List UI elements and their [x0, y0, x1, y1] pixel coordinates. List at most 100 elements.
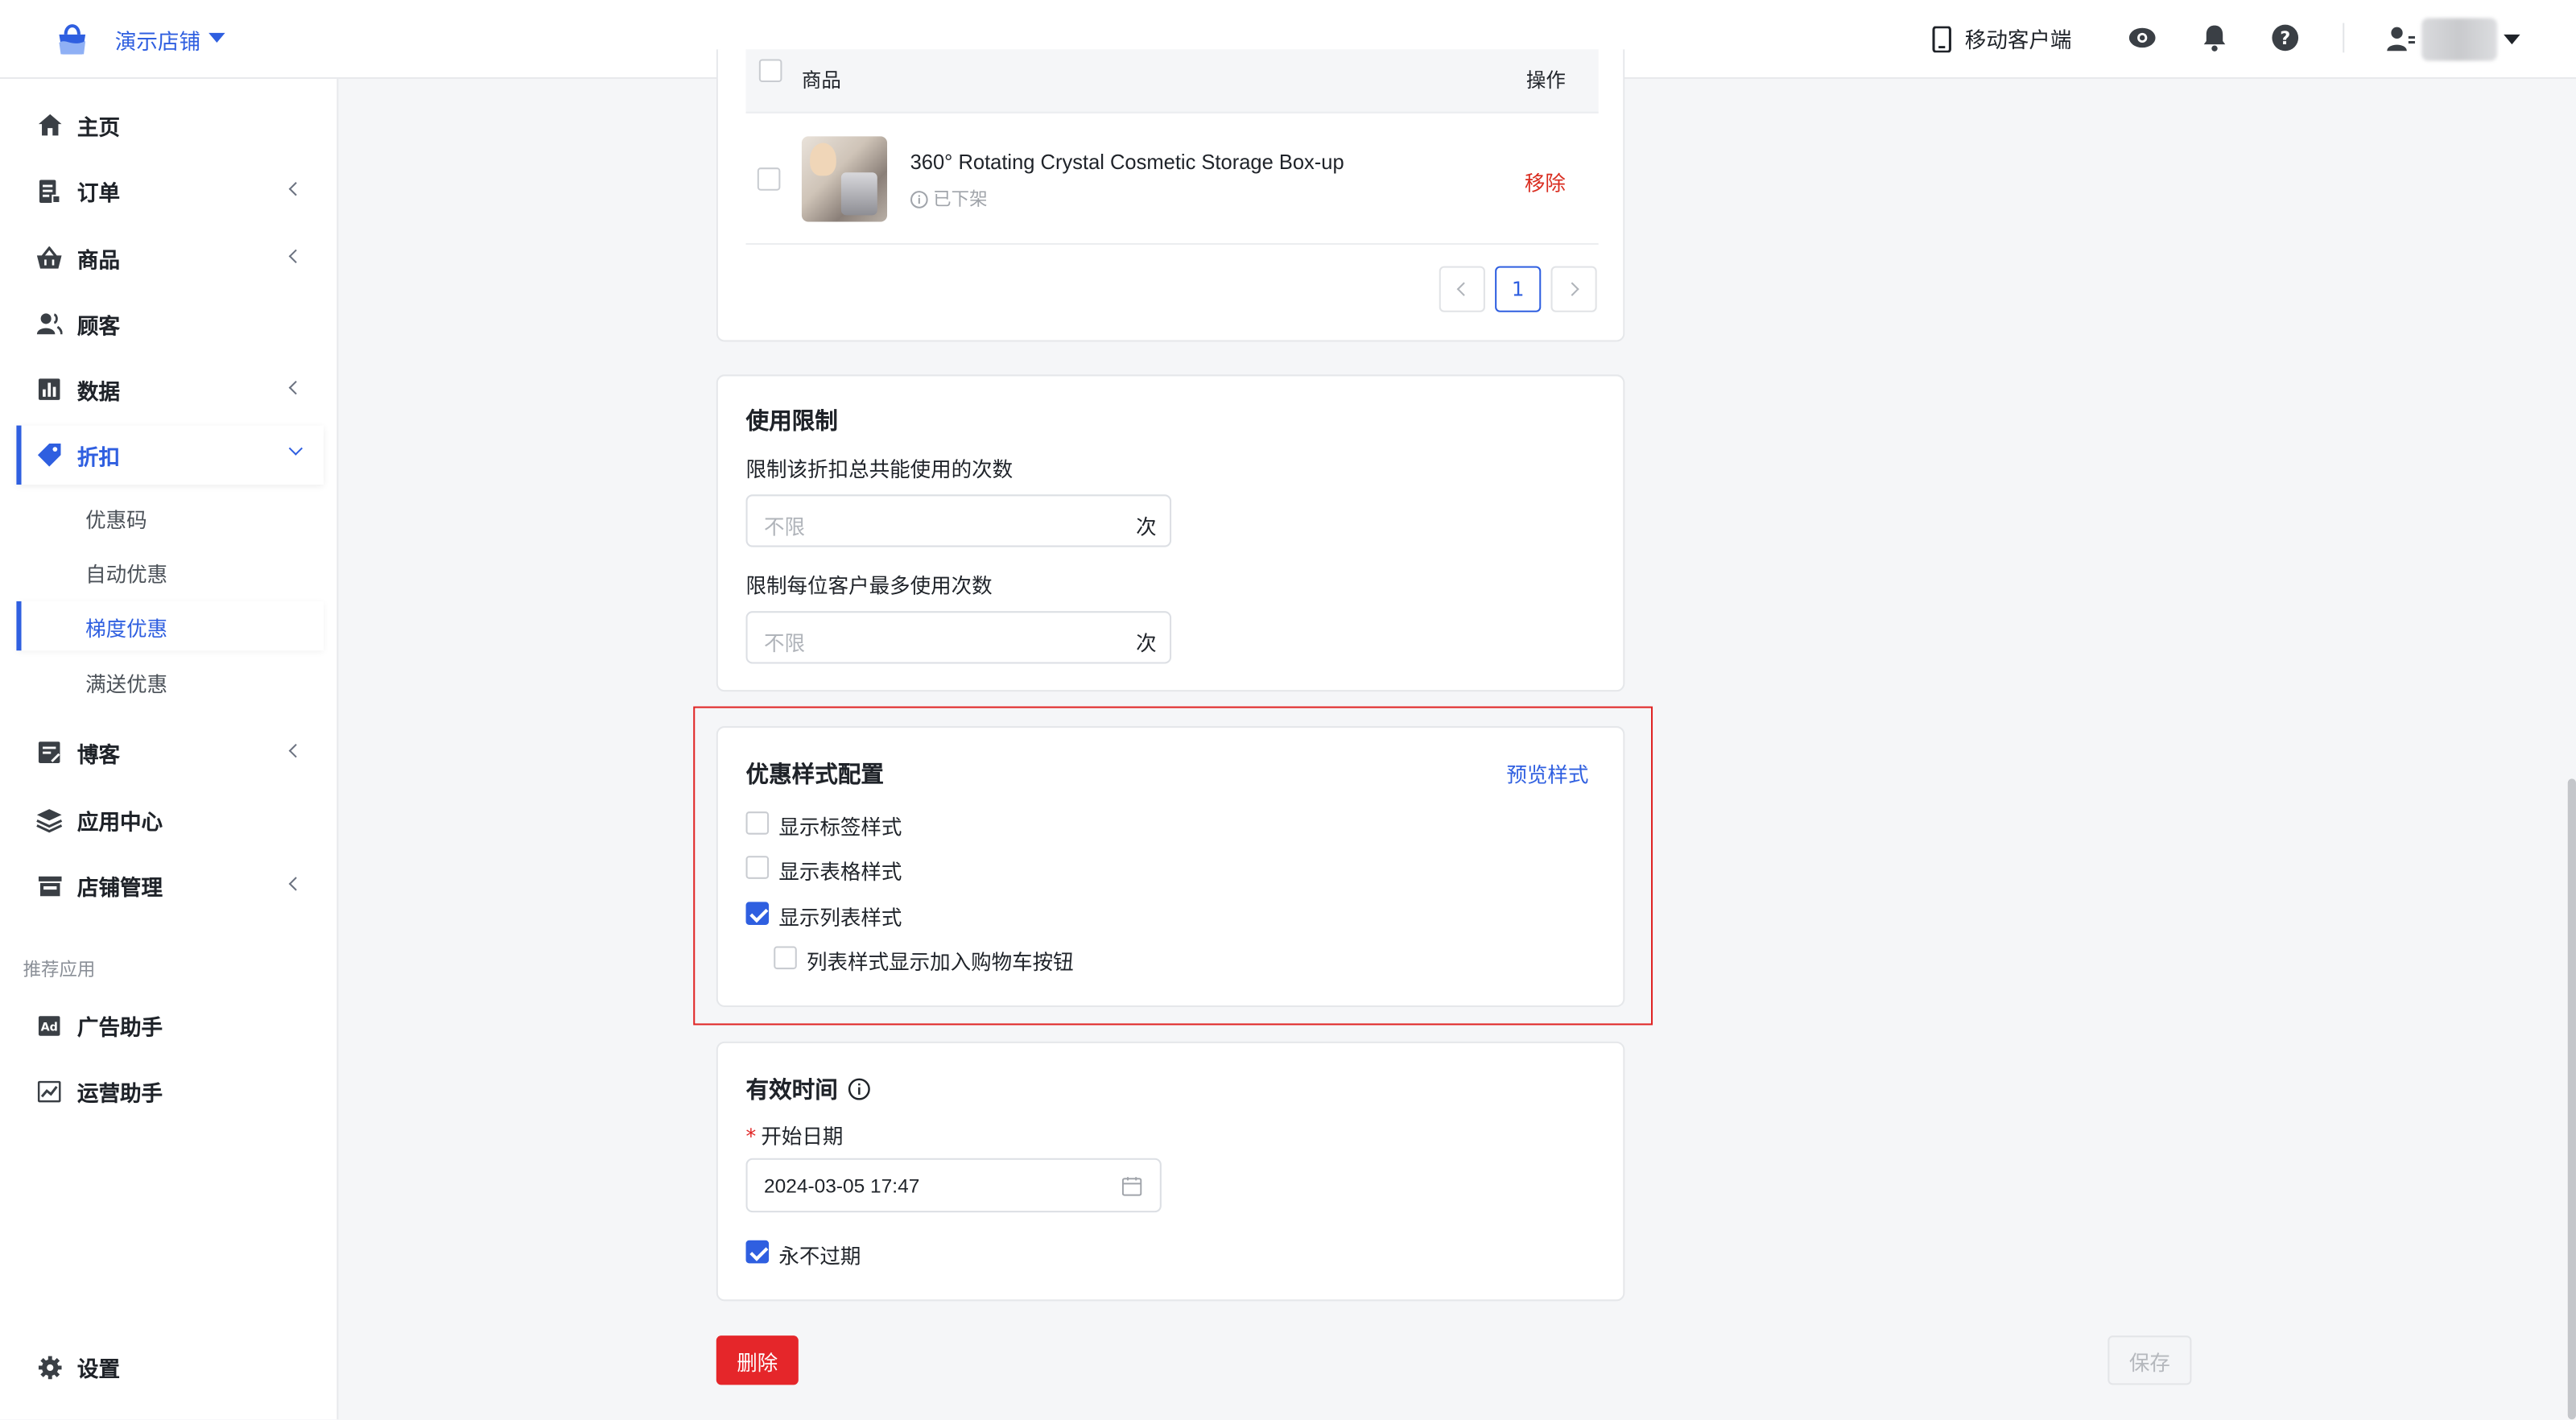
sidebar-item-discount[interactable]: 折扣: [16, 425, 324, 485]
chevron-left-icon: [288, 249, 303, 264]
sidebar-subitem-gift-discount[interactable]: 满送优惠: [16, 657, 324, 706]
store-logo-icon[interactable]: [51, 16, 93, 59]
sidebar-item-ad-assistant[interactable]: Ad 广告助手: [16, 996, 324, 1055]
sidebar: 主页 订单 商品 顾客 数据 折扣 优惠码 自动优惠 梯度优惠 满送优惠 博客 …: [0, 78, 339, 1420]
order-icon: [36, 177, 63, 204]
product-thumbnail: [801, 136, 888, 222]
prev-page-button[interactable]: [1439, 266, 1485, 312]
sidebar-item-label: 广告助手: [76, 1016, 163, 1041]
never-expire-checkbox[interactable]: [745, 1240, 770, 1264]
row-checkbox[interactable]: [757, 167, 781, 191]
product-status: 已下架: [910, 186, 988, 213]
total-usage-input[interactable]: 不限 次: [745, 494, 1172, 547]
select-all-checkbox[interactable]: [758, 59, 782, 83]
chevron-left-icon: [1456, 282, 1472, 296]
trend-icon: [36, 1078, 63, 1104]
valid-time-title: 有效时间: [745, 1077, 838, 1104]
chevron-left-icon: [288, 182, 303, 196]
start-date-input[interactable]: 2024-03-05 17:47: [745, 1158, 1162, 1213]
sidebar-item-label: 运营助手: [76, 1081, 163, 1107]
per-customer-input[interactable]: 不限 次: [745, 611, 1172, 664]
chevron-down-icon: [288, 441, 303, 456]
home-icon: [36, 112, 63, 138]
sidebar-item-label: 博客: [76, 743, 121, 769]
svg-text:?: ?: [2280, 28, 2290, 49]
help-icon[interactable]: ?: [2270, 23, 2300, 53]
mobile-client-link[interactable]: 移动客户端: [1932, 23, 2072, 55]
highlight-frame: [693, 706, 1653, 1026]
sidebar-item-products[interactable]: 商品: [16, 229, 324, 287]
sidebar-item-label: 主页: [76, 115, 121, 141]
blog-icon: [36, 739, 63, 766]
user-caret-icon: [2504, 34, 2520, 45]
chart-icon: [36, 376, 63, 402]
delete-button[interactable]: 删除: [716, 1335, 799, 1385]
required-mark: *: [745, 1123, 757, 1149]
total-usage-placeholder: 不限: [763, 514, 806, 539]
sidebar-item-blog[interactable]: 博客: [16, 723, 324, 782]
usage-limit-card: 使用限制 限制该折扣总共能使用的次数 不限 次 限制每位客户最多使用次数 不限 …: [716, 374, 1625, 692]
sidebar-item-label: 应用中心: [76, 811, 163, 836]
recommended-apps-label: 推荐应用: [23, 959, 96, 981]
users-icon: [36, 311, 63, 337]
sidebar-item-label: 店铺管理: [76, 876, 163, 902]
topbar-divider: [2343, 23, 2345, 53]
phone-icon: [1932, 25, 1951, 52]
product-name[interactable]: 360° Rotating Crystal Cosmetic Storage B…: [910, 151, 1344, 175]
never-expire-label[interactable]: 永不过期: [778, 1239, 861, 1270]
sidebar-item-label: 数据: [76, 380, 121, 406]
store-icon: [36, 873, 63, 899]
unit-suffix: 次: [1136, 514, 1157, 539]
chevron-right-icon: [1565, 282, 1579, 296]
per-customer-label: 限制每位客户最多使用次数: [745, 573, 993, 598]
sidebar-item-orders[interactable]: 订单: [16, 161, 324, 220]
valid-time-card: 有效时间 * 开始日期 2024-03-05 17:47 永不过期: [716, 1041, 1625, 1302]
sidebar-item-label: 订单: [76, 181, 121, 207]
sidebar-item-settings[interactable]: 设置: [16, 1337, 324, 1396]
header-action: 操作: [1525, 68, 1566, 93]
sidebar-item-ops-assistant[interactable]: 运营助手: [16, 1061, 324, 1120]
per-customer-placeholder: 不限: [763, 630, 806, 656]
table-row: 360° Rotating Crystal Cosmetic Storage B…: [745, 114, 1599, 246]
tag-icon: [36, 442, 63, 469]
unit-suffix: 次: [1136, 630, 1157, 656]
save-button[interactable]: 保存: [2107, 1335, 2192, 1385]
sidebar-item-customers[interactable]: 顾客: [16, 294, 324, 353]
start-date-value: 2024-03-05 17:47: [763, 1174, 920, 1198]
sidebar-subitem-coupon-code[interactable]: 优惠码: [16, 493, 324, 542]
page-scrollbar[interactable]: [2567, 778, 2576, 1420]
mobile-client-label: 移动客户端: [1964, 29, 2072, 55]
sidebar-subitem-auto-discount[interactable]: 自动优惠: [16, 547, 324, 596]
user-menu[interactable]: [2385, 18, 2520, 61]
store-caret-icon[interactable]: [208, 32, 225, 43]
next-page-button[interactable]: [1550, 266, 1597, 312]
valid-time-heading: 有效时间: [746, 1073, 871, 1106]
product-table-header: 商品 操作: [745, 49, 1599, 114]
ad-icon: Ad: [36, 1012, 63, 1038]
store-switcher[interactable]: 演示店铺: [115, 25, 200, 56]
gear-icon: [36, 1354, 63, 1381]
chevron-left-icon: [288, 380, 303, 395]
product-selection-card: 商品 操作 360° Rotating Crystal Cosmetic Sto…: [716, 49, 1625, 342]
total-usage-label: 限制该折扣总共能使用的次数: [745, 456, 1013, 481]
sidebar-item-store-management[interactable]: 店铺管理: [16, 856, 324, 914]
layers-icon: [36, 807, 63, 833]
info-icon[interactable]: [848, 1078, 871, 1101]
header-product: 商品: [801, 68, 841, 93]
page-number-button[interactable]: 1: [1495, 266, 1542, 312]
calendar-icon[interactable]: [1121, 1176, 1142, 1196]
sidebar-item-data[interactable]: 数据: [16, 360, 324, 419]
usage-limit-title: 使用限制: [745, 409, 838, 435]
product-status-label: 已下架: [933, 188, 988, 211]
sidebar-item-home[interactable]: 主页: [16, 95, 324, 154]
sidebar-subitem-tiered-discount[interactable]: 梯度优惠: [16, 601, 324, 651]
sidebar-item-app-center[interactable]: 应用中心: [16, 790, 324, 849]
sidebar-item-label: 商品: [76, 249, 121, 274]
svg-text:Ad: Ad: [41, 1021, 58, 1034]
bell-icon[interactable]: [2200, 23, 2230, 53]
sidebar-item-label: 折扣: [76, 446, 121, 471]
preview-eye-icon[interactable]: [2128, 23, 2157, 53]
start-date-label-text: 开始日期: [761, 1123, 844, 1149]
remove-link[interactable]: 移除: [1525, 166, 1566, 197]
chevron-left-icon: [288, 877, 303, 891]
